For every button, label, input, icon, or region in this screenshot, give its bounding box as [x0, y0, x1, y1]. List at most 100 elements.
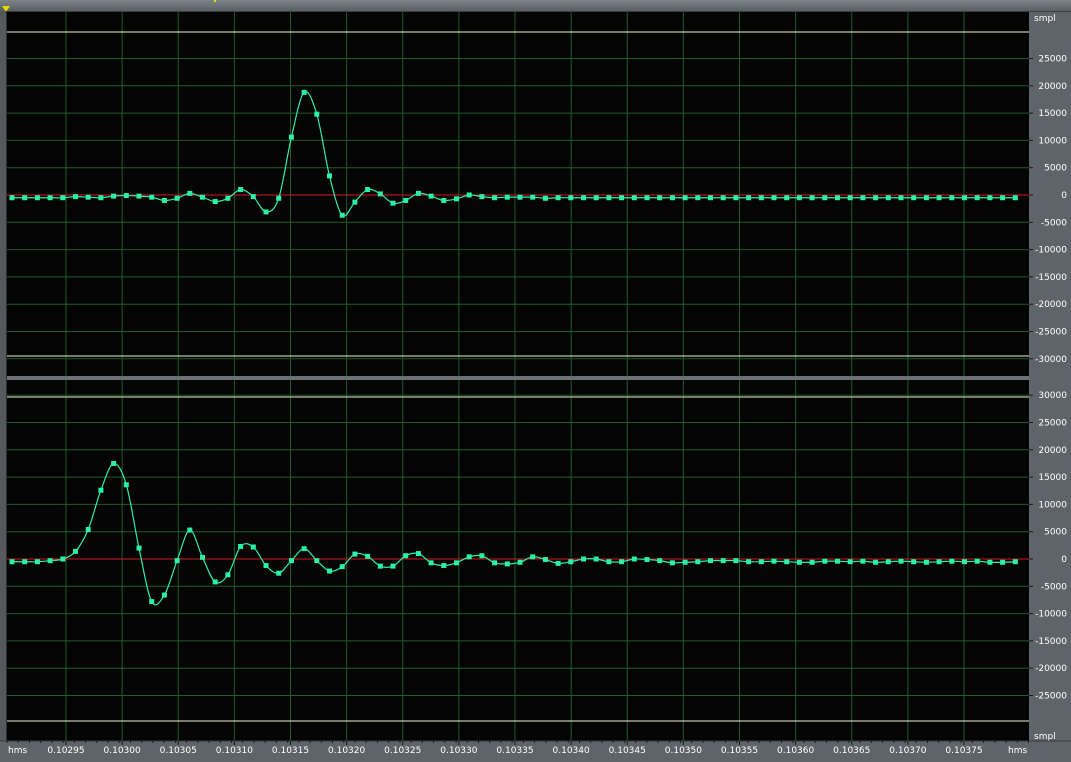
sample-point[interactable]: [542, 557, 548, 563]
sample-point[interactable]: [898, 558, 904, 564]
sample-point[interactable]: [225, 195, 231, 201]
sample-point[interactable]: [860, 558, 866, 564]
sample-point[interactable]: [911, 195, 917, 201]
sample-point[interactable]: [835, 558, 840, 564]
sample-point[interactable]: [365, 187, 371, 193]
sample-point[interactable]: [415, 551, 421, 557]
sample-point[interactable]: [657, 558, 663, 564]
sample-point[interactable]: [873, 559, 879, 565]
sample-point[interactable]: [85, 194, 91, 200]
sample-point[interactable]: [809, 195, 815, 201]
sample-point[interactable]: [974, 558, 980, 564]
sample-point[interactable]: [212, 199, 218, 205]
sample-point[interactable]: [441, 563, 447, 569]
sample-point[interactable]: [225, 572, 231, 578]
sample-point[interactable]: [479, 194, 485, 200]
amplitude-ruler-channel-2[interactable]: smpl 300002500020000150001000050000-5000…: [1029, 380, 1071, 742]
sample-point[interactable]: [898, 195, 904, 201]
sample-point[interactable]: [987, 559, 993, 565]
sample-point[interactable]: [682, 195, 688, 201]
sample-point[interactable]: [212, 579, 218, 585]
sample-point[interactable]: [733, 558, 739, 564]
sample-point[interactable]: [111, 193, 117, 199]
sample-point[interactable]: [822, 558, 828, 564]
sample-point[interactable]: [161, 197, 167, 203]
sample-point[interactable]: [136, 545, 142, 551]
sample-point[interactable]: [936, 195, 942, 201]
sample-point[interactable]: [530, 554, 536, 560]
sample-point[interactable]: [339, 212, 345, 218]
channel-1-background[interactable]: [7, 12, 1029, 376]
sample-point[interactable]: [492, 560, 498, 566]
sample-point[interactable]: [911, 559, 917, 565]
sample-point[interactable]: [1000, 559, 1006, 565]
sample-point[interactable]: [885, 559, 891, 565]
sample-point[interactable]: [708, 558, 713, 564]
sample-point[interactable]: [9, 559, 15, 565]
sample-point[interactable]: [339, 564, 345, 570]
sample-point[interactable]: [352, 199, 358, 205]
sample-point[interactable]: [60, 195, 66, 201]
sample-point[interactable]: [733, 195, 739, 201]
sample-point[interactable]: [301, 546, 307, 552]
sample-point[interactable]: [504, 561, 510, 567]
sample-point[interactable]: [123, 482, 129, 488]
sample-point[interactable]: [771, 195, 777, 201]
sample-point[interactable]: [568, 559, 574, 565]
sample-point[interactable]: [466, 192, 472, 198]
sample-point[interactable]: [263, 563, 269, 569]
sample-point[interactable]: [187, 190, 193, 196]
sample-point[interactable]: [479, 553, 485, 559]
sample-point[interactable]: [644, 557, 650, 563]
sample-point[interactable]: [73, 194, 78, 200]
channel-1[interactable]: [7, 12, 1029, 376]
sample-point[interactable]: [200, 554, 205, 560]
sample-point[interactable]: [22, 559, 28, 565]
sample-point[interactable]: [606, 559, 612, 565]
sample-point[interactable]: [136, 193, 142, 199]
sample-point[interactable]: [796, 195, 802, 201]
sample-point[interactable]: [276, 570, 282, 576]
sample-point[interactable]: [581, 556, 586, 562]
amplitude-ruler-channel-1[interactable]: smpl 25000 20000 15000 10000 5000 0 -5000 -1000…: [1029, 12, 1071, 376]
sample-point[interactable]: [174, 195, 180, 201]
sample-point[interactable]: [720, 558, 726, 564]
sample-point[interactable]: [555, 195, 561, 201]
sample-point[interactable]: [784, 559, 790, 565]
sample-point[interactable]: [327, 568, 332, 574]
time-ruler[interactable]: hms hms 0.10295 0.10300 0.10305 0.10310 0.10…: [0, 740, 1071, 762]
sample-point[interactable]: [301, 89, 307, 95]
sample-point[interactable]: [1000, 195, 1006, 201]
sample-point[interactable]: [746, 559, 752, 565]
channel-separator[interactable]: [7, 376, 1029, 380]
sample-point[interactable]: [98, 195, 104, 201]
sample-point[interactable]: [682, 559, 688, 565]
sample-point[interactable]: [60, 556, 66, 562]
sample-point[interactable]: [644, 195, 650, 201]
sample-point[interactable]: [923, 195, 929, 201]
sample-point[interactable]: [428, 193, 434, 199]
sample-point[interactable]: [631, 195, 637, 201]
sample-point[interactable]: [314, 558, 320, 564]
sample-point[interactable]: [276, 195, 282, 201]
sample-point[interactable]: [377, 191, 383, 197]
sample-point[interactable]: [149, 194, 155, 200]
sample-point[interactable]: [517, 194, 523, 200]
sample-point[interactable]: [542, 195, 548, 201]
sample-point[interactable]: [669, 560, 675, 566]
sample-point[interactable]: [606, 195, 612, 201]
sample-point[interactable]: [949, 558, 955, 564]
sample-point[interactable]: [390, 200, 396, 206]
sample-point[interactable]: [746, 195, 752, 201]
sample-point[interactable]: [85, 527, 91, 533]
sample-point[interactable]: [73, 548, 78, 554]
sample-point[interactable]: [454, 196, 459, 202]
sample-point[interactable]: [174, 558, 180, 564]
sample-point[interactable]: [161, 592, 167, 598]
sample-point[interactable]: [593, 556, 599, 562]
sample-point[interactable]: [200, 194, 205, 200]
sample-point[interactable]: [923, 559, 929, 565]
sample-point[interactable]: [974, 195, 980, 201]
sample-point[interactable]: [784, 195, 790, 201]
sample-point[interactable]: [250, 194, 256, 200]
